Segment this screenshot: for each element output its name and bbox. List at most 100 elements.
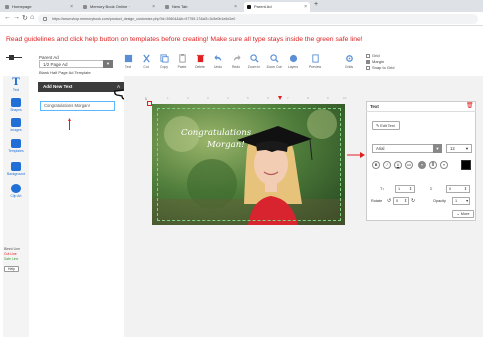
ruler-tick: 2 xyxy=(187,96,189,100)
cut-button[interactable]: Cut xyxy=(137,54,155,69)
safe-line-link[interactable]: Safe Line xyxy=(4,257,28,262)
zoom-out-button[interactable]: Zoom Out xyxy=(265,54,283,69)
undo-button[interactable]: Undo xyxy=(209,54,227,69)
double-underline-button[interactable]: UU xyxy=(405,161,413,169)
tab-memory-book[interactable]: Memory Book Online · × xyxy=(80,2,158,12)
paste-button[interactable]: Paste xyxy=(173,54,191,69)
preview-button[interactable]: Preview xyxy=(306,54,324,69)
layout-icon xyxy=(6,55,22,61)
rotate-ccw-icon[interactable]: ↺ xyxy=(387,198,391,204)
sidebar-item-label: Clip Art xyxy=(10,194,22,198)
undo-icon xyxy=(213,54,221,62)
lock-icon xyxy=(43,17,47,21)
greeting-text-line2[interactable]: Morgan! xyxy=(207,140,245,150)
chevron-down-icon: ▼ xyxy=(465,146,469,151)
tool-label: Zoom In xyxy=(247,65,261,69)
layers-icon xyxy=(289,54,297,63)
back-button[interactable]: ← xyxy=(4,14,11,21)
font-family-select[interactable]: Arial ▼ xyxy=(372,144,442,153)
sidebar-item-clip-art[interactable]: Clip Art xyxy=(3,182,29,202)
margin-checkbox[interactable]: Margin xyxy=(366,59,384,64)
text-color-swatch[interactable] xyxy=(461,160,471,170)
tab-new-tab[interactable]: New Tab × xyxy=(162,2,240,12)
layers-button[interactable]: Layers xyxy=(284,54,302,69)
close-tab-icon[interactable]: × xyxy=(152,2,155,12)
url-field[interactable]: https://www.shop.memorybook.com/product_… xyxy=(38,14,478,24)
background-icon xyxy=(11,162,21,171)
tool-label: Preview xyxy=(308,65,322,69)
help-button[interactable]: Help xyxy=(4,266,19,272)
memory-book-favicon-icon xyxy=(83,5,87,9)
close-tab-icon[interactable]: × xyxy=(70,2,73,12)
text-tool-button[interactable]: Text xyxy=(119,54,137,69)
forward-button[interactable]: → xyxy=(13,14,20,21)
page-select[interactable]: 1/2 Page Ad ▼ xyxy=(39,60,113,68)
reload-button[interactable]: ↻ xyxy=(22,14,28,22)
close-tab-icon[interactable]: × xyxy=(304,2,307,12)
rotate-cw-icon[interactable]: ↻ xyxy=(411,198,415,204)
font-size-select[interactable]: 12 ▼ xyxy=(446,144,472,153)
tab-label: Parent Ad xyxy=(254,4,272,9)
tool-label: Redo xyxy=(231,65,241,69)
tool-label: Undo xyxy=(213,65,223,69)
preview-icon xyxy=(311,54,319,63)
align-right-button[interactable]: ≡ xyxy=(440,161,448,169)
sidebar-item-templates[interactable]: Templates xyxy=(3,137,29,157)
sidebar-item-images[interactable]: Images xyxy=(3,116,29,136)
sidebar-item-label: Shapes xyxy=(10,108,22,112)
greeting-text-line1[interactable]: Congratulations xyxy=(181,128,251,138)
close-tab-icon[interactable]: × xyxy=(234,2,237,12)
line-legend: Bleed Line Cut Line Safe Line xyxy=(4,247,28,262)
new-tab-favicon-icon xyxy=(165,5,169,9)
sidebar-item-label: Images xyxy=(10,128,22,132)
edit-text-button[interactable]: ✎ Edit Text xyxy=(372,121,400,130)
text-tool-icon xyxy=(124,54,132,63)
sidebar-item-shapes[interactable]: Shapes xyxy=(3,96,29,116)
copy-icon xyxy=(159,54,169,63)
parent-ad-favicon-icon xyxy=(247,5,251,9)
zoom-in-button[interactable]: Zoom In xyxy=(245,54,263,69)
redo-icon xyxy=(233,54,241,62)
ruler-tick: 4 xyxy=(227,96,229,100)
tab-parent-ad[interactable]: Parent Ad × xyxy=(244,2,310,12)
opacity-field[interactable]: 1 ▾ xyxy=(452,197,470,205)
align-center-button[interactable]: ≣ xyxy=(429,161,437,169)
text-entry-field[interactable]: Congratulations Morgan! xyxy=(40,101,115,111)
new-tab-button[interactable]: + xyxy=(314,1,318,8)
tool-label: Layers xyxy=(287,65,299,69)
kerning-field[interactable]: 0 ⇕ xyxy=(446,185,470,193)
grids-button[interactable]: Grids xyxy=(340,54,358,69)
kerning-label: Σ xyxy=(430,187,433,191)
tab-homepage[interactable]: Homepage × xyxy=(2,2,76,12)
sidebar-item-background[interactable]: Background xyxy=(3,160,29,180)
ruler-tick: 8 xyxy=(307,96,309,100)
more-button[interactable]: ⌄ More xyxy=(452,210,474,218)
rotate-label: Rotate xyxy=(371,199,383,203)
spinner-icon: ⇕ xyxy=(463,187,467,191)
rotate-value: 0 xyxy=(396,199,399,203)
tool-label: Zoom Out xyxy=(266,65,282,69)
snap-to-grid-checkbox[interactable]: Snap to Grid xyxy=(366,65,394,70)
more-label: More xyxy=(460,212,470,216)
page-select-value: 1/2 Page Ad xyxy=(43,62,68,67)
copy-button[interactable]: Copy xyxy=(155,54,173,69)
home-button[interactable]: ⌂ xyxy=(30,14,34,21)
selection-handle[interactable] xyxy=(147,101,152,106)
italic-button[interactable]: I xyxy=(383,161,391,169)
sidebar-item-text[interactable]: T Text xyxy=(3,76,29,96)
grid-checkbox[interactable]: Grid xyxy=(366,53,380,58)
add-text-panel-header: Add New Text A xyxy=(38,82,124,92)
bold-button[interactable]: B xyxy=(372,161,380,169)
trash-icon[interactable]: 🗑 xyxy=(466,103,474,109)
line-spacing-field[interactable]: 1 ⇕ xyxy=(395,185,415,193)
align-left-button[interactable]: ≡ xyxy=(418,161,426,169)
red-up-arrow-icon xyxy=(68,118,71,130)
rotate-field[interactable]: 0 ⇕ xyxy=(393,197,409,205)
sidebar-item-label: Templates xyxy=(8,149,24,153)
text-properties-title: Text xyxy=(366,101,476,112)
underline-button[interactable]: U xyxy=(394,161,402,169)
tool-label: Paste xyxy=(177,65,187,69)
spinner-icon: ⇕ xyxy=(408,187,412,191)
delete-button[interactable]: Delete xyxy=(191,54,209,69)
redo-button[interactable]: Redo xyxy=(227,54,245,69)
